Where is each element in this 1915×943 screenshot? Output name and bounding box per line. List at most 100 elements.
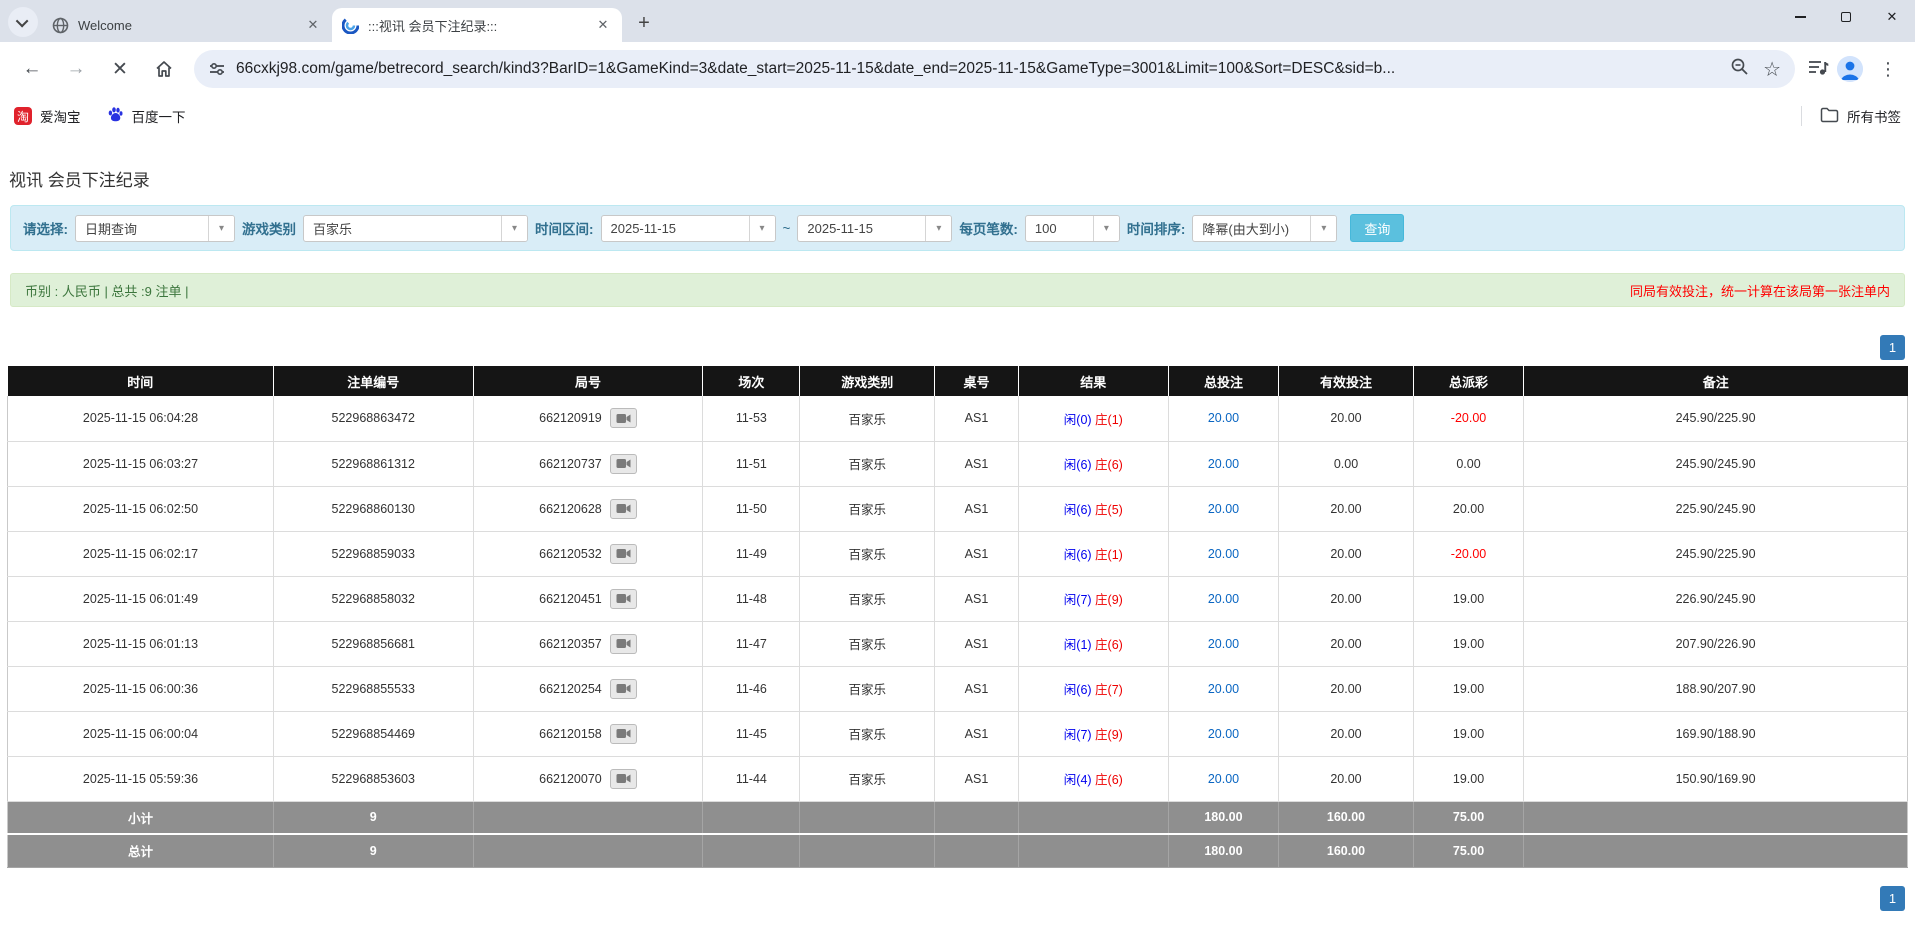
chevron-down-icon: ▾ [501,216,527,241]
result-player: 闲(6) [1064,683,1092,697]
cell-round-id: 662120737 [473,441,703,486]
back-button[interactable]: ← [13,50,51,88]
result-player: 闲(0) [1064,413,1092,427]
column-header: 总投注 [1168,366,1278,396]
cell-bet-id: 522968861312 [274,441,474,486]
minimize-button[interactable] [1777,0,1823,34]
video-replay-button[interactable] [610,454,637,474]
minimize-icon [1795,16,1806,18]
home-button[interactable] [145,50,183,88]
search-button[interactable]: 查询 [1350,214,1404,242]
cell-game-kind: 百家乐 [800,531,935,576]
cell-table-no: AS1 [935,531,1019,576]
cell-time: 2025-11-15 06:00:04 [8,711,274,756]
table-row: 2025-11-15 06:00:36 522968855533 6621202… [8,666,1908,711]
stop-loading-button[interactable]: ✕ [101,50,139,88]
subtotal-count: 9 [274,801,474,834]
video-replay-button[interactable] [610,544,637,564]
tab-welcome[interactable]: Welcome ✕ [42,8,332,42]
bookmark-star-icon[interactable]: ☆ [1763,57,1781,82]
total-bet-link[interactable]: 20.00 [1208,727,1239,741]
tab-title: Welcome [78,18,304,33]
forward-button[interactable]: → [57,50,95,88]
page-1-button[interactable]: 1 [1880,335,1905,360]
total-bet-link[interactable]: 20.00 [1208,772,1239,786]
query-type-value: 日期查询 [76,219,208,238]
total-bet-link[interactable]: 20.00 [1208,547,1239,561]
subtotal-label: 小计 [8,801,274,834]
total-payout: 75.00 [1413,834,1523,867]
media-controls-icon[interactable] [1807,57,1829,82]
cell-table-no: AS1 [935,576,1019,621]
date-end-select[interactable]: 2025-11-15 ▾ [797,215,952,242]
cell-result: 闲(6) 庄(1) [1018,531,1168,576]
cell-table-no: AS1 [935,666,1019,711]
video-replay-button[interactable] [610,634,637,654]
total-bet-link[interactable]: 20.00 [1208,411,1239,425]
total-bet-link[interactable]: 20.00 [1208,682,1239,696]
cell-bet-id: 522968858032 [274,576,474,621]
video-replay-button[interactable] [610,724,637,744]
cell-total-bet: 20.00 [1168,621,1278,666]
column-header: 备注 [1524,366,1908,396]
video-replay-button[interactable] [610,679,637,699]
camera-icon [616,683,631,694]
new-tab-button[interactable]: + [630,9,658,37]
table-row: 2025-11-15 06:03:27 522968861312 6621207… [8,441,1908,486]
cell-result: 闲(6) 庄(7) [1018,666,1168,711]
cell-valid-bet: 20.00 [1279,711,1414,756]
maximize-button[interactable] [1823,0,1869,34]
game-kind-select[interactable]: 百家乐 ▾ [303,215,528,242]
cell-remark: 225.90/245.90 [1524,486,1908,531]
total-bet-link[interactable]: 20.00 [1208,502,1239,516]
sort-select[interactable]: 降幂(由大到小) ▾ [1192,215,1337,242]
cell-session: 11-45 [703,711,800,756]
cell-remark: 226.90/245.90 [1524,576,1908,621]
per-page-label: 每页笔数: [959,218,1018,238]
cell-bet-id: 522968860130 [274,486,474,531]
url-text[interactable]: 66cxkj98.com/game/betrecord_search/kind3… [236,60,1730,78]
total-bet-link[interactable]: 20.00 [1208,592,1239,606]
date-start-value: 2025-11-15 [602,221,749,236]
chevron-down-icon: ▾ [208,216,234,241]
bet-records-table: 时间注单编号局号场次游戏类别桌号结果总投注有效投注总派彩备注 2025-11-1… [7,366,1908,868]
video-replay-button[interactable] [610,769,637,789]
zoom-icon[interactable] [1730,57,1749,81]
cell-valid-bet: 20.00 [1279,531,1414,576]
query-type-select[interactable]: 日期查询 ▾ [75,215,235,242]
tab-search-button[interactable] [8,7,38,37]
window-controls: ✕ [1777,0,1915,34]
video-replay-button[interactable] [610,408,637,428]
video-replay-button[interactable] [610,589,637,609]
close-icon[interactable]: ✕ [594,16,612,34]
tab-betrecord[interactable]: :::视讯 会员下注纪录::: ✕ [332,8,622,42]
close-icon[interactable]: ✕ [304,16,322,34]
per-page-select[interactable]: 100 ▾ [1025,215,1120,242]
cell-bet-id: 522968863472 [274,396,474,441]
total-bet-link[interactable]: 20.00 [1208,637,1239,651]
total-bet-link[interactable]: 20.00 [1208,457,1239,471]
game-kind-value: 百家乐 [304,219,501,238]
all-bookmarks-label[interactable]: 所有书签 [1847,106,1901,126]
pagination-bottom: 1 [10,886,1905,911]
chevron-down-icon [15,14,28,27]
sort-label: 时间排序: [1127,218,1186,238]
cell-payout: 19.00 [1413,666,1523,711]
site-info-icon[interactable] [208,60,226,78]
cell-table-no: AS1 [935,756,1019,801]
notice-text: 同局有效投注，统一计算在该局第一张注单内 [1630,281,1890,300]
close-window-button[interactable]: ✕ [1869,0,1915,34]
result-player: 闲(6) [1064,548,1092,562]
cell-table-no: AS1 [935,621,1019,666]
profile-avatar[interactable] [1837,56,1863,82]
bookmark-taobao[interactable]: 淘 爱淘宝 [14,106,81,126]
cell-payout: 19.00 [1413,621,1523,666]
browser-menu-icon[interactable]: ⋮ [1871,59,1905,80]
bookmark-baidu[interactable]: 百度一下 [107,106,186,126]
url-bar[interactable]: 66cxkj98.com/game/betrecord_search/kind3… [194,50,1795,88]
page-1-button[interactable]: 1 [1880,886,1905,911]
video-replay-button[interactable] [610,499,637,519]
camera-icon [616,503,631,514]
date-start-select[interactable]: 2025-11-15 ▾ [601,215,776,242]
cell-total-bet: 20.00 [1168,576,1278,621]
